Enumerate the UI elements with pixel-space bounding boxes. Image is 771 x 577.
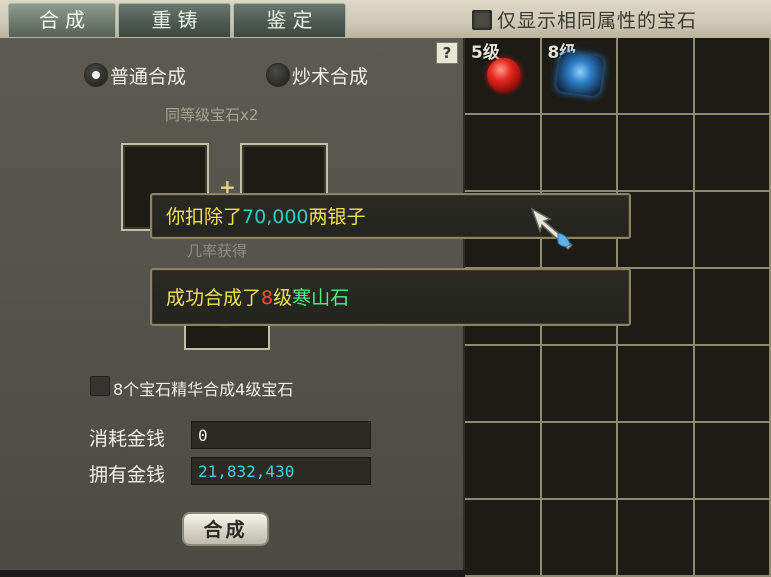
probability-label: 几率获得 xyxy=(187,240,247,261)
inventory-slot[interactable] xyxy=(542,346,619,423)
inventory-slot[interactable] xyxy=(618,346,695,423)
tab-recast[interactable]: 重铸 xyxy=(118,3,231,37)
deducted-amount: 70,000 xyxy=(242,206,308,228)
inventory-slot[interactable] xyxy=(618,423,695,500)
normal-synthesis-radio[interactable] xyxy=(84,63,108,87)
inventory-slot[interactable] xyxy=(465,346,542,423)
result-item-name: 寒山石 xyxy=(292,287,349,309)
inventory-slot[interactable] xyxy=(542,115,619,192)
inventory-slot[interactable] xyxy=(465,423,542,500)
tab-identify[interactable]: 鉴定 xyxy=(233,3,346,37)
essence-synthesis-checkbox[interactable] xyxy=(90,376,110,396)
owned-money-label: 拥有金钱 xyxy=(89,460,165,487)
owned-money-field: 21,832,430 xyxy=(191,457,371,485)
inventory-slot[interactable] xyxy=(695,423,771,500)
inventory-slot[interactable] xyxy=(695,269,771,346)
same-attribute-filter-label: 仅显示相同属性的宝石 xyxy=(497,6,697,33)
message-suffix: 两银子 xyxy=(309,206,366,228)
inventory-slot[interactable] xyxy=(695,115,771,192)
essence-synthesis-label: 8个宝石精华合成4级宝石 xyxy=(113,376,293,400)
inventory-slot[interactable] xyxy=(695,346,771,423)
message-prefix: 成功合成了 xyxy=(166,287,261,309)
inventory-slot[interactable] xyxy=(695,500,771,577)
same-level-gem-hint: 同等级宝石x2 xyxy=(165,104,258,125)
normal-synthesis-label: 普通合成 xyxy=(110,62,186,89)
message-prefix: 你扣除了 xyxy=(166,206,242,228)
top-bar: 合成 重铸 鉴定 仅显示相同属性的宝石 xyxy=(0,0,771,38)
inventory-slot[interactable] xyxy=(465,115,542,192)
help-button[interactable]: ? xyxy=(436,42,458,64)
inventory-slot[interactable]: 8级 xyxy=(542,38,619,115)
blue-gem-icon xyxy=(555,51,604,97)
message-mid: 级 xyxy=(273,287,292,309)
inventory-slot[interactable] xyxy=(695,38,771,115)
cost-label: 消耗金钱 xyxy=(89,424,165,451)
inventory-slot[interactable] xyxy=(618,38,695,115)
cost-field: 0 xyxy=(191,421,371,449)
inventory-slot[interactable] xyxy=(695,192,771,269)
inventory-slot[interactable] xyxy=(542,500,619,577)
inventory-slot[interactable] xyxy=(465,500,542,577)
cursor-icon xyxy=(528,205,576,253)
magic-synthesis-radio[interactable] xyxy=(266,63,290,87)
synthesis-success-message: 成功合成了8级寒山石 xyxy=(150,268,631,326)
synthesize-button[interactable]: 合成 xyxy=(182,512,269,546)
inventory-slot[interactable] xyxy=(618,500,695,577)
inventory-slot[interactable] xyxy=(618,115,695,192)
same-attribute-filter-checkbox[interactable] xyxy=(472,10,492,30)
radio-selected-dot xyxy=(92,71,100,79)
magic-synthesis-label: 炒术合成 xyxy=(292,62,368,89)
inventory-slot[interactable]: 5级 xyxy=(465,38,542,115)
result-level: 8 xyxy=(261,287,273,309)
inventory-slot[interactable] xyxy=(542,423,619,500)
red-gem-icon xyxy=(487,58,521,92)
tab-synthesize[interactable]: 合成 xyxy=(8,3,116,37)
